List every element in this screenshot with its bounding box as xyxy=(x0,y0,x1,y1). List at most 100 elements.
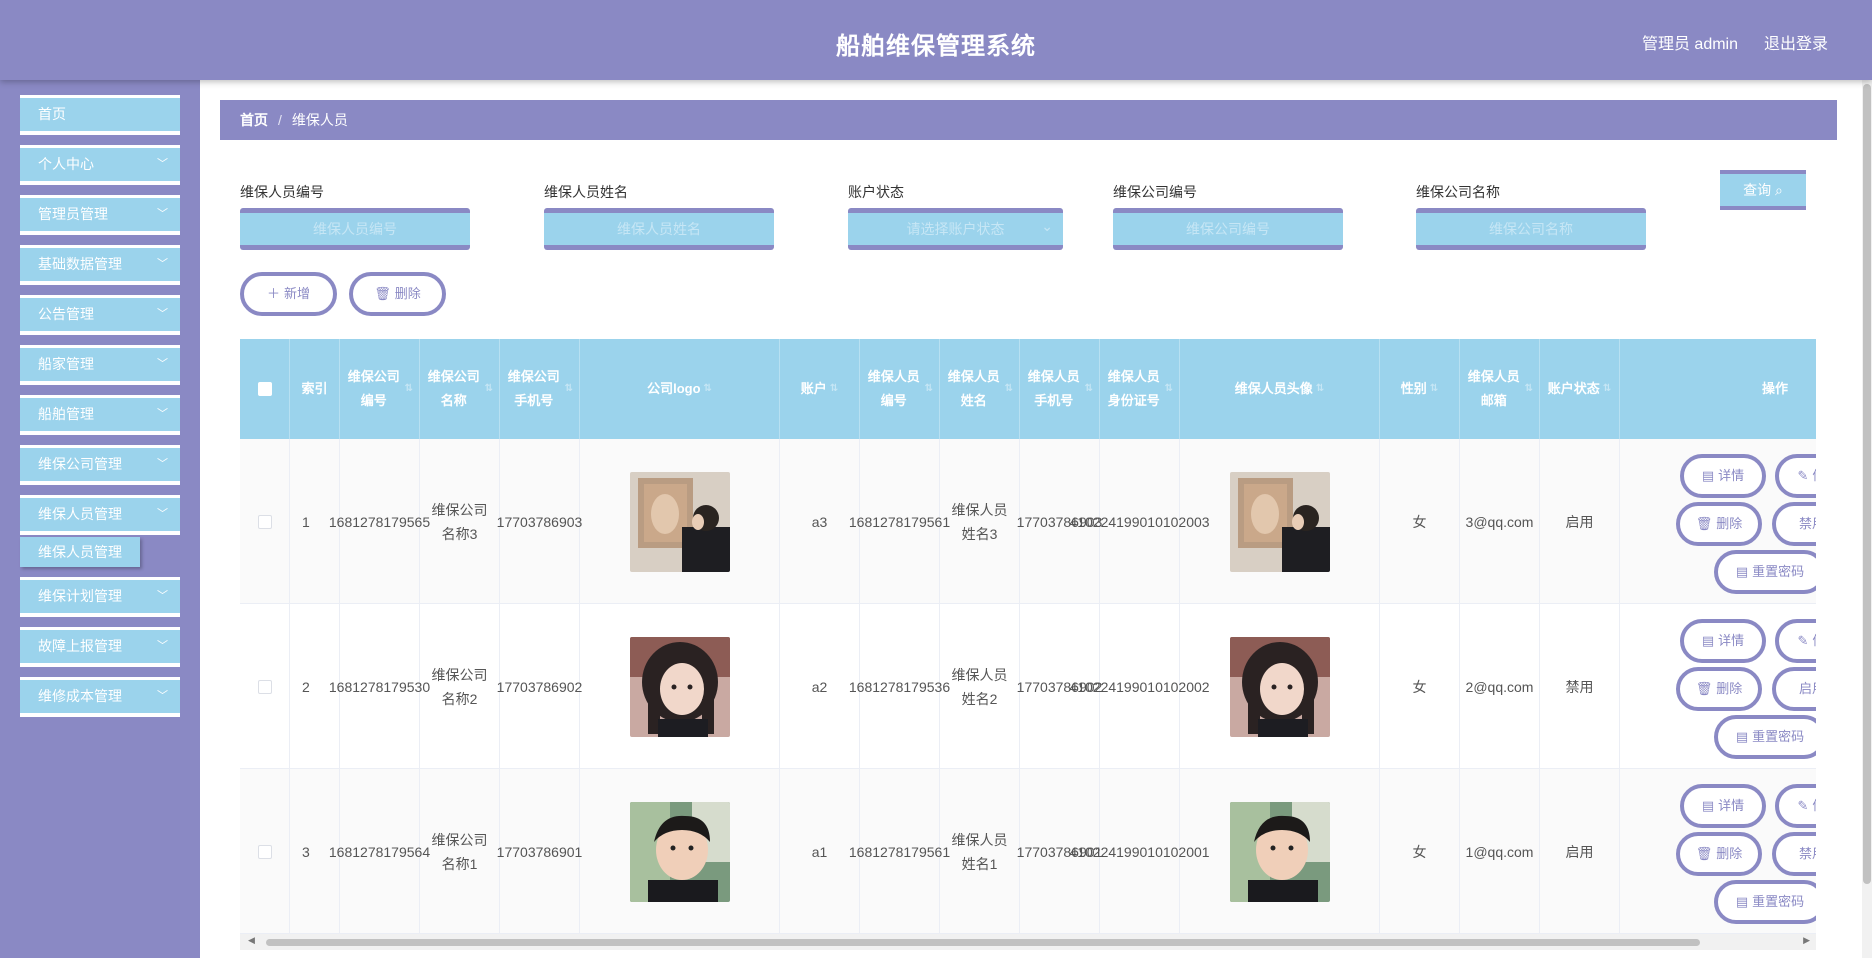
sort-icon[interactable]: ⇅ xyxy=(925,377,933,401)
page-scrollbar[interactable] xyxy=(1862,80,1872,958)
sort-icon[interactable]: ⇅ xyxy=(485,377,493,401)
sort-icon[interactable]: ⇅ xyxy=(1085,377,1093,401)
toggle-status-button[interactable]: 禁用 xyxy=(1772,832,1816,876)
sidebar-item-company[interactable]: 维保公司管理 ﹀ xyxy=(20,445,180,485)
delete-button[interactable]: 🗑 删除 xyxy=(1676,832,1762,876)
header-staff-name[interactable]: 维保人员姓名 ⇅ xyxy=(940,339,1020,439)
sort-icon[interactable]: ⇅ xyxy=(1603,377,1611,401)
toggle-status-button[interactable]: 启用 xyxy=(1772,667,1816,711)
sidebar-item-basic-data[interactable]: 基础数据管理 ﹀ xyxy=(20,245,180,285)
company-name-input[interactable]: 维保公司名称 xyxy=(1416,208,1646,250)
breadcrumb-home[interactable]: 首页 xyxy=(240,112,268,128)
search-icon: ⌕ xyxy=(1775,182,1783,198)
cell-status: 启用 xyxy=(1540,439,1620,604)
header-staff-avatar[interactable]: 维保人员头像 ⇅ xyxy=(1180,339,1380,439)
cell-company-name: 维保公司名称2 xyxy=(420,604,500,769)
header-select-all[interactable] xyxy=(240,339,290,439)
company-logo-image[interactable] xyxy=(629,636,730,737)
cell-company-no: 1681278179530 xyxy=(329,604,430,769)
select-all-checkbox[interactable] xyxy=(257,382,272,396)
sidebar-item-admin-management[interactable]: 管理员管理 ﹀ xyxy=(20,195,180,235)
staff-no-input[interactable]: 维保人员编号 xyxy=(240,208,470,250)
reset-password-button[interactable]: ▤ 重置密码 xyxy=(1714,550,1816,594)
header-company-name[interactable]: 维保公司名称 ⇅ xyxy=(420,339,500,439)
current-user: 管理员 admin xyxy=(1641,36,1738,53)
staff-avatar-image[interactable] xyxy=(1229,471,1330,572)
cell-company-name: 维保公司名称1 xyxy=(420,769,500,934)
sort-icon[interactable]: ⇅ xyxy=(565,377,573,401)
cell-status: 禁用 xyxy=(1540,604,1620,769)
row-checkbox[interactable] xyxy=(257,679,272,694)
edit-button[interactable]: ✎修改 xyxy=(1775,619,1816,663)
header-status[interactable]: 账户状态 ⇅ xyxy=(1540,339,1620,439)
chevron-down-icon: ﹀ xyxy=(157,358,168,370)
header-staff-no[interactable]: 维保人员编号 ⇅ xyxy=(860,339,940,439)
header-company-no[interactable]: 维保公司编号 ⇅ xyxy=(340,339,420,439)
company-no-input[interactable]: 维保公司编号 xyxy=(1113,208,1343,250)
scroll-left-icon[interactable]: ◀ xyxy=(248,935,255,946)
chevron-down-icon: ﹀ xyxy=(157,258,168,270)
scrollbar-thumb[interactable] xyxy=(1863,84,1871,884)
pencil-icon: ✎ xyxy=(1797,798,1809,813)
sidebar-item-plan[interactable]: 维保计划管理 ﹀ xyxy=(20,577,180,617)
header-account[interactable]: 账户 ⇅ xyxy=(780,339,860,439)
sidebar-item-shipowner[interactable]: 船家管理 ﹀ xyxy=(20,345,180,385)
sort-icon[interactable]: ⇅ xyxy=(1525,377,1533,401)
sidebar-item-fault-report[interactable]: 故障上报管理 ﹀ xyxy=(20,627,180,667)
batch-delete-button[interactable]: 🗑 删除 xyxy=(349,272,446,316)
staff-avatar-image[interactable] xyxy=(1229,636,1330,737)
chevron-down-icon: ﹀ xyxy=(157,208,168,220)
cell-staff-name: 维保人员姓名2 xyxy=(940,604,1020,769)
reset-password-button[interactable]: ▤ 重置密码 xyxy=(1714,715,1816,759)
sort-icon[interactable]: ⇅ xyxy=(1430,377,1438,401)
cell-email: 3@qq.com xyxy=(1460,439,1540,604)
header-staff-id[interactable]: 维保人员身份证号 ⇅ xyxy=(1100,339,1180,439)
sort-icon[interactable]: ⇅ xyxy=(1316,377,1324,401)
header-email[interactable]: 维保人员邮箱 ⇅ xyxy=(1460,339,1540,439)
edit-button[interactable]: ✎修改 xyxy=(1775,454,1816,498)
sidebar-subitem-staff-management[interactable]: 维保人员管理 xyxy=(20,537,140,567)
staff-name-input[interactable]: 维保人员姓名 xyxy=(544,208,774,250)
sidebar-item-personal-center[interactable]: 个人中心 ﹀ xyxy=(20,145,180,185)
query-button[interactable]: 查询 ⌕ xyxy=(1720,170,1806,210)
logout-link[interactable]: 退出登录 xyxy=(1764,30,1828,54)
row-checkbox[interactable] xyxy=(257,844,272,859)
header-staff-phone[interactable]: 维保人员手机号 ⇅ xyxy=(1020,339,1100,439)
scroll-right-icon[interactable]: ▶ xyxy=(1803,935,1810,946)
sidebar-item-staff[interactable]: 维保人员管理 ﹀ xyxy=(20,495,180,535)
header-gender[interactable]: 性别 ⇅ xyxy=(1380,339,1460,439)
sort-icon[interactable]: ⇅ xyxy=(1165,377,1173,401)
sort-icon[interactable]: ⇅ xyxy=(405,377,413,401)
sort-icon[interactable]: ⇅ xyxy=(704,377,712,401)
staff-avatar-image[interactable] xyxy=(1229,801,1330,902)
add-button[interactable]: ＋新增 xyxy=(240,272,337,316)
delete-button[interactable]: 🗑 删除 xyxy=(1676,667,1762,711)
header-ops: 操作 xyxy=(1620,339,1816,439)
toggle-status-button[interactable]: 禁用 xyxy=(1772,502,1816,546)
chevron-down-icon: ﹀ xyxy=(157,590,168,602)
edit-button[interactable]: ✎修改 xyxy=(1775,784,1816,828)
table-horizontal-scrollbar[interactable]: ◀ ▶ xyxy=(240,934,1816,950)
reset-password-button[interactable]: ▤ 重置密码 xyxy=(1714,880,1816,924)
sidebar-item-ship[interactable]: 船舶管理 ﹀ xyxy=(20,395,180,435)
account-status-select[interactable]: 请选择账户状态 xyxy=(848,208,1063,250)
document-icon: ▤ xyxy=(1735,894,1749,909)
header-logo[interactable]: 公司logo ⇅ xyxy=(580,339,780,439)
sidebar-item-notice[interactable]: 公告管理 ﹀ xyxy=(20,295,180,335)
pencil-icon: ✎ xyxy=(1797,468,1809,483)
row-checkbox[interactable] xyxy=(257,514,272,529)
detail-button[interactable]: ▤ 详情 xyxy=(1680,784,1766,828)
sidebar-item-home[interactable]: 首页 xyxy=(20,95,180,135)
company-logo-image[interactable] xyxy=(629,801,730,902)
detail-button[interactable]: ▤ 详情 xyxy=(1680,619,1766,663)
sort-icon[interactable]: ⇅ xyxy=(1005,377,1013,401)
sidebar-item-repair-cost[interactable]: 维修成本管理 ﹀ xyxy=(20,677,180,717)
sort-icon[interactable]: ⇅ xyxy=(830,377,838,401)
company-logo-image[interactable] xyxy=(629,471,730,572)
scrollbar-thumb[interactable] xyxy=(266,939,1700,946)
detail-button[interactable]: ▤ 详情 xyxy=(1680,454,1766,498)
header-company-phone[interactable]: 维保公司手机号 ⇅ xyxy=(500,339,580,439)
cell-staff-id: 410224199010102003 xyxy=(1069,439,1210,604)
delete-button[interactable]: 🗑 删除 xyxy=(1676,502,1762,546)
trash-icon: 🗑 xyxy=(374,286,391,301)
